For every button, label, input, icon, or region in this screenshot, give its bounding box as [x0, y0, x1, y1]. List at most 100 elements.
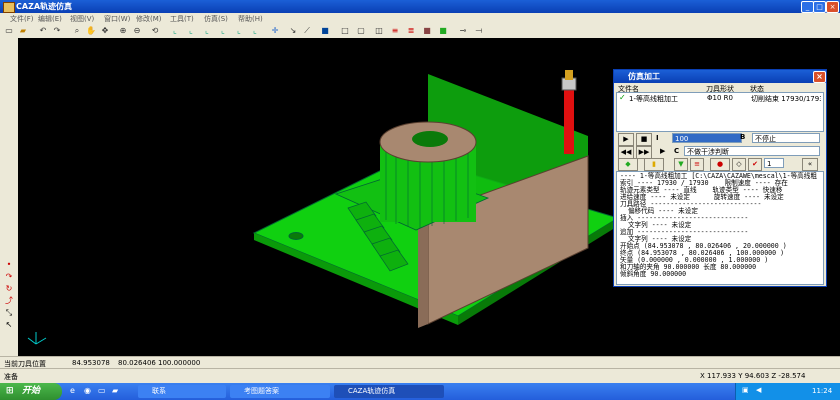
pick-icon[interactable]: ⟋ [302, 26, 312, 36]
toolpath-icon[interactable]: ≡ [390, 26, 400, 36]
quicklaunch-desktop-icon[interactable]: ▭ [98, 386, 106, 395]
stop-mode-select[interactable]: 不停止 [752, 133, 820, 143]
menu-tools[interactable]: 工具(T) [170, 14, 194, 24]
speed-select[interactable]: 100 [672, 133, 742, 143]
circle-arc-icon[interactable]: ↻ [3, 284, 15, 294]
start-button[interactable]: ⊞ 开始 [0, 383, 62, 400]
view-left-icon[interactable]: ⌞ [202, 26, 212, 36]
window-title-bar [0, 0, 840, 13]
tangent-icon[interactable]: ⤡ [3, 308, 15, 318]
point-display-button[interactable]: ● [710, 158, 730, 171]
task-kaotu[interactable]: 考图题答案 [230, 385, 330, 398]
move-axis-icon[interactable]: ✛ [270, 26, 280, 36]
quicklaunch-media-icon[interactable]: ◉ [84, 386, 91, 395]
redo-icon[interactable]: ↷ [52, 26, 62, 36]
c-label: C [674, 147, 680, 155]
toolpath-display-icon[interactable]: ≣ [406, 26, 416, 36]
interference-select[interactable]: 不做干涉判断 [684, 146, 820, 156]
box-view-icon[interactable]: ▢ [356, 26, 366, 36]
quicklaunch-folder-icon[interactable]: ▰ [112, 386, 118, 395]
measure-icon[interactable]: ↘ [288, 26, 298, 36]
left-toolbar: • ↷ ↻ ⤴ ⤡ ↖ [0, 38, 19, 356]
axis-triad-icon [27, 332, 47, 345]
start-label: 开始 [22, 386, 41, 396]
path-button[interactable]: ≡ [690, 158, 704, 171]
tool-icon[interactable]: ⊸ [458, 26, 468, 36]
stop-button[interactable]: ■ [636, 133, 652, 146]
status-bar: 准备 X 117.933 Y 94.603 Z -28.574 [0, 368, 840, 384]
tray-network-icon[interactable]: ▣ [742, 386, 749, 394]
stock-icon[interactable]: ■ [422, 26, 432, 36]
menu-file[interactable]: 文件(F) [10, 14, 34, 24]
window-title: CAZA轨迹仿真 [16, 2, 73, 11]
tool-tip [565, 70, 573, 80]
info-panel: ---- 1-等高线粗加工 [C:\CAZA\CAZAWE\mescal\1-等… [616, 171, 824, 285]
tool-shank [564, 82, 574, 154]
step-count-input[interactable]: 1 [764, 158, 784, 168]
view-iso-icon[interactable]: ⌞ [250, 26, 260, 36]
shaded-view-icon[interactable]: ■ [320, 26, 330, 36]
zoom-in-icon[interactable]: ⊕ [118, 26, 128, 36]
dialog-title-bar: 仿真加工 × [614, 70, 826, 83]
eraser-button[interactable]: ◇ [732, 158, 746, 171]
task-lianxi[interactable]: 联系 [138, 385, 226, 398]
dialog-close-button[interactable]: × [813, 71, 826, 83]
menu-modify[interactable]: 修改(M) [136, 14, 162, 24]
task-caza[interactable]: CAZA轨迹仿真 [334, 385, 444, 398]
wireframe-icon[interactable]: □ [340, 26, 350, 36]
menu-bar: 文件(F) 编辑(E) 视图(V) 窗口(W) 修改(M) 工具(T) 仿真(S… [0, 13, 840, 24]
maximize-button[interactable]: □ [813, 1, 826, 13]
simulation-dialog: 仿真加工 × 文件名 刀具形状 状态 ✓ 1-等高线粗加工 Φ10 R0 切削结… [613, 69, 827, 287]
menu-help[interactable]: 帮助(H) [238, 14, 263, 24]
close-button[interactable]: × [826, 1, 839, 13]
model-display-button[interactable]: ◆ [618, 158, 638, 171]
speed-label: I [656, 134, 659, 142]
point-icon[interactable]: • [3, 260, 15, 270]
app-icon [3, 2, 15, 13]
arc-icon[interactable]: ↷ [3, 272, 15, 282]
select-arrow-icon[interactable]: ↖ [3, 320, 15, 330]
tray-volume-icon[interactable]: ◀ [756, 386, 761, 394]
zoom-icon[interactable]: ⌕ [72, 26, 82, 36]
menu-view[interactable]: 视图(V) [70, 14, 94, 24]
dialog-title: 仿真加工 [628, 72, 660, 81]
view-right-icon[interactable]: ⌞ [218, 26, 228, 36]
layer-icon[interactable]: ◫ [374, 26, 384, 36]
model-color-icon[interactable]: ■ [438, 26, 448, 36]
tool-z-value: 100.000000 [158, 359, 201, 367]
undo-icon[interactable]: ↶ [38, 26, 48, 36]
cutter-icon[interactable]: ⟞ [474, 26, 484, 36]
tool-display-button[interactable]: ▮ [644, 158, 664, 171]
play-button[interactable]: ▶ [618, 133, 634, 146]
clock: 11:24 [812, 387, 833, 395]
menu-simulate[interactable]: 仿真(S) [204, 14, 228, 24]
zoom-out-icon[interactable]: ⊖ [132, 26, 142, 36]
plate-hole [288, 232, 304, 240]
open-folder-icon[interactable]: ▰ [18, 26, 28, 36]
info-line: 倾斜角度 90.000000 [620, 270, 687, 278]
step-arrow-icon[interactable]: ▶ [660, 147, 665, 155]
filter-button[interactable]: ▼ [674, 158, 688, 171]
curve-icon[interactable]: ⤴ [3, 296, 15, 306]
quicklaunch-ie-icon[interactable]: e [70, 386, 75, 395]
system-tray: ▣ ◀ 11:24 [735, 383, 840, 400]
view-top-icon[interactable]: ⌞ [234, 26, 244, 36]
check-icon: ✓ [619, 93, 626, 102]
new-file-icon[interactable]: ▭ [4, 26, 14, 36]
state-cell: 切削结束 17930/17930 [751, 95, 821, 103]
tool-shape-cell: Φ10 R0 [707, 94, 733, 102]
file-name-cell[interactable]: 1-等高线粗加工 [629, 94, 678, 104]
view-back-icon[interactable]: ⌞ [186, 26, 196, 36]
windows-logo-icon: ⊞ [6, 386, 14, 396]
file-list[interactable]: ✓ 1-等高线粗加工 Φ10 R0 切削结束 17930/17930 [616, 92, 824, 132]
collapse-button[interactable]: « [802, 158, 818, 171]
menu-window[interactable]: 窗口(W) [104, 14, 130, 24]
view-front-icon[interactable]: ⌞ [170, 26, 180, 36]
tool-x-value: 84.953078 [72, 359, 110, 367]
menu-edit[interactable]: 编辑(E) [38, 14, 62, 24]
pan-arrows-icon[interactable]: ✥ [100, 26, 110, 36]
tool-y-value: 80.026406 [118, 359, 156, 367]
rotate-view-icon[interactable]: ⟲ [150, 26, 160, 36]
confirm-check-button[interactable]: ✔ [748, 158, 762, 171]
pan-hand-icon[interactable]: ✋ [86, 26, 96, 36]
